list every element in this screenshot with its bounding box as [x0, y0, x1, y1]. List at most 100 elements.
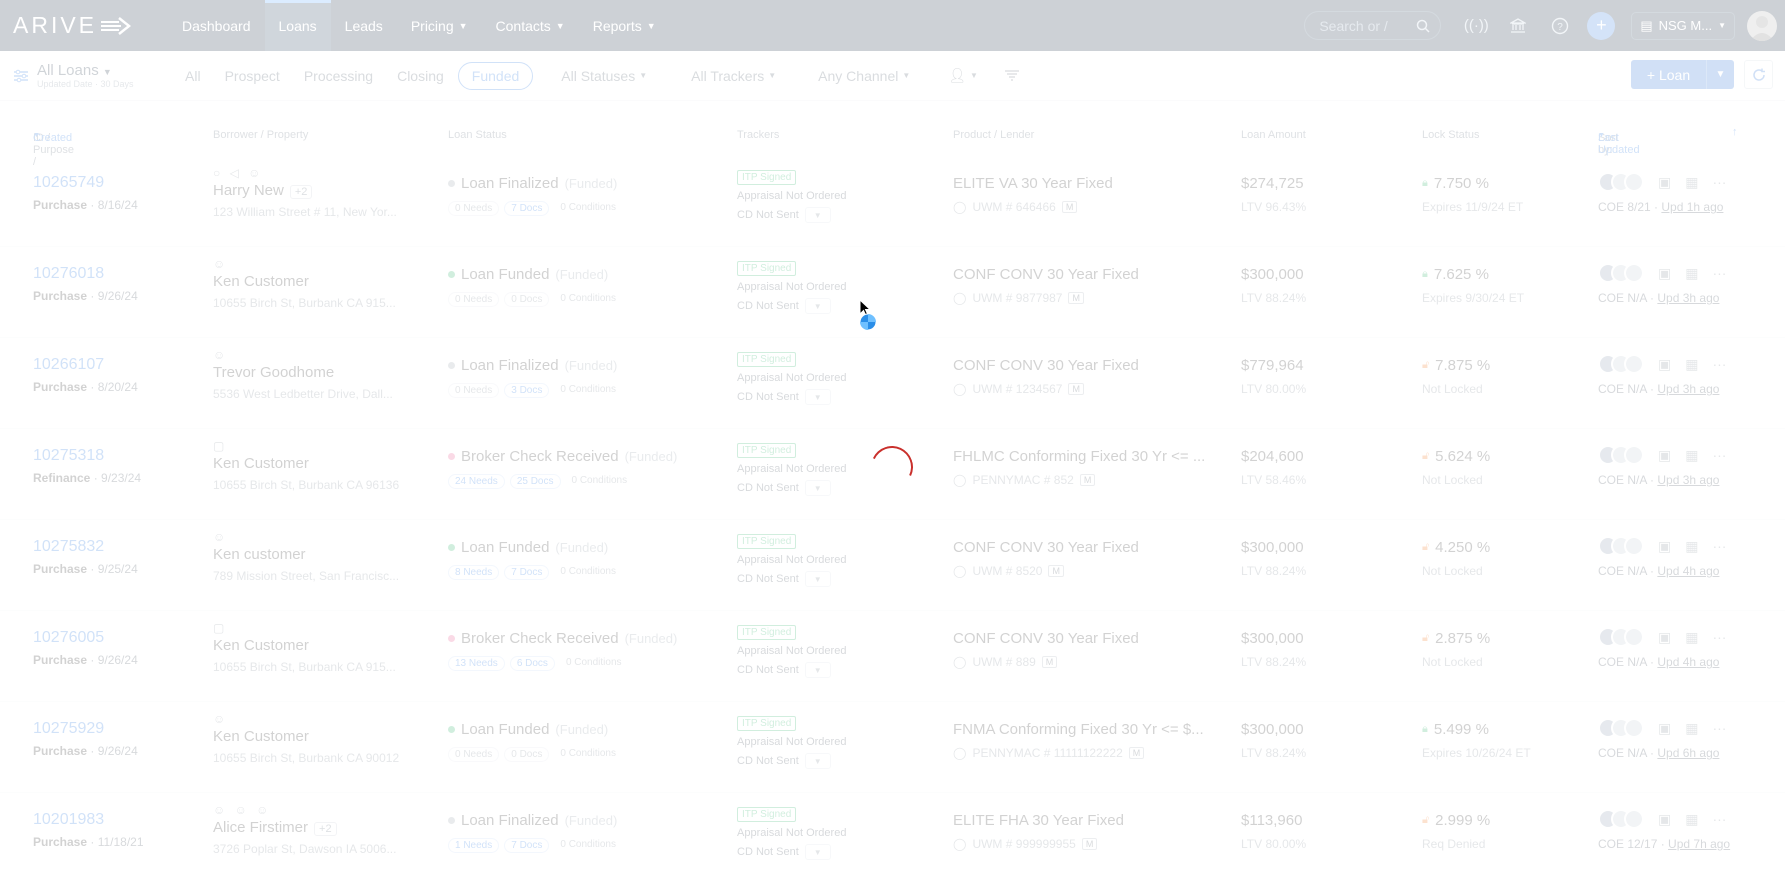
- docs-pill[interactable]: 7 Docs: [504, 838, 550, 853]
- needs-pill[interactable]: 0 Needs: [448, 292, 500, 307]
- tracker-cd[interactable]: CD Not Sent: [737, 664, 799, 676]
- chat-icon[interactable]: ▣: [1658, 265, 1671, 282]
- table-row[interactable]: 10266107 Purchase · 8/20/24 ☺ Trevor Goo…: [0, 338, 1785, 429]
- product-name[interactable]: CONF CONV 30 Year Fixed: [953, 630, 1139, 647]
- loan-list-title[interactable]: All Loans: [37, 62, 99, 79]
- more-options-icon[interactable]: ···: [1712, 356, 1726, 372]
- tracker-cd[interactable]: CD Not Sent: [737, 573, 799, 585]
- team-avatars[interactable]: [1598, 263, 1644, 283]
- header-status[interactable]: Loan Status: [448, 129, 507, 141]
- updated-time-link[interactable]: Upd 3h ago: [1657, 473, 1719, 487]
- tracker-appraisal[interactable]: Appraisal Not Ordered: [737, 827, 846, 839]
- nav-item-dashboard[interactable]: Dashboard: [168, 0, 265, 51]
- nav-item-loans[interactable]: Loans: [264, 0, 331, 51]
- header-product[interactable]: Product / Lender: [953, 129, 1034, 141]
- loan-status[interactable]: Broker Check Received: [461, 448, 619, 465]
- team-avatars[interactable]: [1598, 627, 1644, 647]
- product-name[interactable]: ELITE VA 30 Year Fixed: [953, 175, 1113, 192]
- user-avatar[interactable]: [1747, 10, 1777, 41]
- updated-time-link[interactable]: Upd 1h ago: [1661, 200, 1723, 214]
- header-amount[interactable]: Loan Amount: [1241, 129, 1306, 141]
- product-name[interactable]: FHLMC Conforming Fixed 30 Yr <= ...: [953, 448, 1205, 465]
- loan-list-selector[interactable]: All Loans ▼ Updated Date · 30 Days: [13, 62, 173, 89]
- extra-borrowers-badge[interactable]: +2: [289, 185, 313, 199]
- calendar-icon[interactable]: ▦: [1685, 811, 1698, 828]
- team-avatars[interactable]: [1598, 354, 1644, 374]
- tracker-appraisal[interactable]: Appraisal Not Ordered: [737, 190, 846, 202]
- tracker-expand-button[interactable]: ▼: [804, 571, 831, 587]
- loan-id-link[interactable]: 10266107: [33, 356, 138, 374]
- nav-item-leads[interactable]: Leads: [331, 0, 397, 51]
- table-row[interactable]: 10276018 Purchase · 9/26/24 ☺ Ken Custom…: [0, 247, 1785, 338]
- updated-time-link[interactable]: Upd 6h ago: [1657, 746, 1719, 760]
- tracker-expand-button[interactable]: ▼: [804, 844, 831, 860]
- loan-id-link[interactable]: 10275832: [33, 538, 138, 556]
- loan-id-link[interactable]: 10276018: [33, 265, 138, 283]
- tracker-appraisal[interactable]: Appraisal Not Ordered: [737, 736, 846, 748]
- borrower-name[interactable]: Ken Customer: [213, 728, 309, 745]
- company-selector[interactable]: ▤ NSG M... ▼: [1631, 11, 1735, 40]
- docs-pill[interactable]: 25 Docs: [509, 474, 561, 489]
- more-options-icon[interactable]: ···: [1712, 538, 1726, 554]
- chat-icon[interactable]: ▣: [1658, 629, 1671, 646]
- docs-pill[interactable]: 3 Docs: [504, 383, 550, 398]
- loan-id-link[interactable]: 10276005: [33, 629, 138, 647]
- conditions-pill[interactable]: 0 Conditions: [554, 747, 622, 762]
- needs-pill[interactable]: 1 Needs: [448, 838, 500, 853]
- more-options-icon[interactable]: ···: [1712, 174, 1726, 190]
- table-row[interactable]: 10275832 Purchase · 9/25/24 ☺ Ken custom…: [0, 520, 1785, 611]
- tracker-itp-badge[interactable]: ITP Signed: [737, 534, 797, 549]
- tracker-itp-badge[interactable]: ITP Signed: [737, 261, 797, 276]
- team-avatars[interactable]: [1598, 809, 1644, 829]
- borrower-name[interactable]: Ken Customer: [213, 273, 309, 290]
- loan-status[interactable]: Loan Finalized: [461, 812, 559, 829]
- broadcast-icon[interactable]: ((·)): [1461, 11, 1491, 41]
- arive-logo[interactable]: ARIVE: [13, 12, 153, 39]
- table-row[interactable]: 10201983 Purchase · 11/18/21 ☺ ☺ ☺ Alice…: [0, 793, 1785, 879]
- filter-sliders-icon[interactable]: [13, 69, 29, 83]
- calendar-icon[interactable]: ▦: [1685, 720, 1698, 737]
- channel-filter-dropdown[interactable]: Any Channel ▼: [818, 68, 910, 84]
- tracker-appraisal[interactable]: Appraisal Not Ordered: [737, 645, 846, 657]
- loan-status[interactable]: Loan Finalized: [461, 357, 559, 374]
- add-new-button[interactable]: +: [1587, 11, 1616, 40]
- nav-item-reports[interactable]: Reports ▼: [579, 0, 670, 51]
- team-avatars[interactable]: [1598, 172, 1644, 192]
- loan-id-link[interactable]: 10275318: [33, 447, 141, 465]
- loan-id-link[interactable]: 10275929: [33, 720, 138, 738]
- team-avatars[interactable]: [1598, 536, 1644, 556]
- advanced-filter-button[interactable]: [1004, 69, 1020, 82]
- tracker-expand-button[interactable]: ▼: [804, 480, 831, 496]
- nav-item-pricing[interactable]: Pricing ▼: [397, 0, 482, 51]
- updated-time-link[interactable]: Upd 7h ago: [1668, 837, 1730, 851]
- table-row[interactable]: 10265749 Purchase · 8/16/24 ○ ◁ ☺ Harry …: [0, 156, 1785, 247]
- tab-closing[interactable]: Closing: [387, 62, 454, 90]
- tracker-itp-badge[interactable]: ITP Signed: [737, 807, 797, 822]
- calendar-icon[interactable]: ▦: [1685, 174, 1698, 191]
- loan-id-link[interactable]: 10265749: [33, 174, 138, 192]
- status-filter-dropdown[interactable]: All Statuses ▼: [561, 68, 647, 84]
- add-loan-dropdown-toggle[interactable]: ▼: [1706, 60, 1734, 89]
- add-loan-button[interactable]: + Loan ▼: [1631, 60, 1734, 89]
- more-options-icon[interactable]: ···: [1712, 720, 1726, 736]
- tracker-expand-button[interactable]: ▼: [804, 207, 831, 223]
- updated-time-link[interactable]: Upd 3h ago: [1657, 291, 1719, 305]
- loan-status[interactable]: Loan Finalized: [461, 175, 559, 192]
- calendar-icon[interactable]: ▦: [1685, 538, 1698, 555]
- conditions-pill[interactable]: 0 Conditions: [554, 565, 622, 580]
- docs-pill[interactable]: 7 Docs: [504, 201, 550, 216]
- refresh-button[interactable]: [1744, 60, 1773, 89]
- team-avatars[interactable]: [1598, 718, 1644, 738]
- calendar-icon[interactable]: ▦: [1685, 265, 1698, 282]
- borrower-name[interactable]: Alice Firstimer: [213, 819, 308, 836]
- loan-status[interactable]: Loan Funded: [461, 721, 549, 738]
- docs-pill[interactable]: 0 Docs: [504, 747, 550, 762]
- tracker-cd[interactable]: CD Not Sent: [737, 846, 799, 858]
- loan-status[interactable]: Loan Funded: [461, 266, 549, 283]
- loan-status[interactable]: Loan Funded: [461, 539, 549, 556]
- needs-pill[interactable]: 0 Needs: [448, 747, 500, 762]
- tracker-expand-button[interactable]: ▼: [804, 662, 831, 678]
- tracker-cd[interactable]: CD Not Sent: [737, 482, 799, 494]
- tracker-cd[interactable]: CD Not Sent: [737, 755, 799, 767]
- bank-icon[interactable]: [1503, 11, 1533, 41]
